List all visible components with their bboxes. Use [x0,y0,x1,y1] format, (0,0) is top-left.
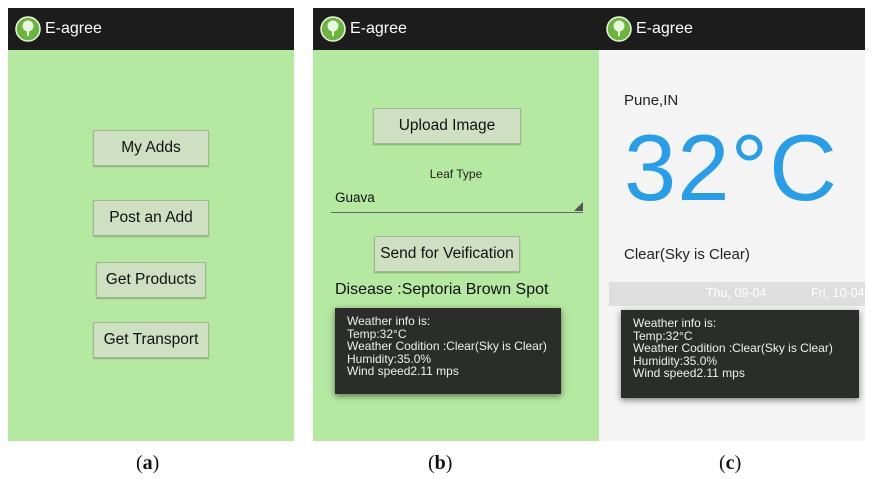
toast-line: Wind speed2.11 mps [347,364,459,378]
weather-condition: Clear(Sky is Clear) [624,246,750,263]
caption-a: (a) [136,452,159,475]
temperature-display: 32°C [624,115,839,220]
tree-logo-icon [15,16,41,42]
app-bar: E-agree [313,8,599,50]
forecast-strip[interactable]: Thu, 09-04 Fri, 10-04 [609,282,865,306]
forecast-day[interactable]: Thu, 09-04 [706,286,766,300]
my-adds-button[interactable]: My Adds [93,130,209,166]
verification-screen: Upload Image Leaf Type Guava Send for Ve… [313,50,599,441]
app-bar: E-agree [8,8,294,50]
toast-line: Weather info is: [633,316,717,330]
caption-c: (c) [719,452,741,475]
caption-paren: ) [734,452,742,474]
forecast-day[interactable]: Fri, 10-04 [811,286,865,300]
city-name: Pune,IN [624,92,679,109]
weather-toast: Weather info is: Temp:32°C Weather Codit… [621,310,859,398]
home-screen: My Adds Post an Add Get Products Get Tra… [8,50,294,441]
upload-image-button[interactable]: Upload Image [373,108,521,144]
toast-line: Weather Codition :Clear(Sky is Clear) [633,341,833,355]
phone-screen-b: E-agree Upload Image Leaf Type Guava Sen… [313,8,599,441]
caption-letter: b [434,452,446,474]
send-verification-button[interactable]: Send for Veification [374,236,520,272]
caption-b: (b) [428,452,452,475]
caption-paren: ) [445,452,453,474]
tree-logo-icon [606,16,632,42]
leaf-type-value: Guava [335,190,375,205]
caption-letter: c [725,452,735,474]
app-bar: E-agree [599,8,865,50]
caption-paren: ) [152,452,160,474]
toast-line: Weather Codition :Clear(Sky is Clear) [347,339,547,353]
toast-line: Wind speed2.11 mps [633,366,745,380]
get-products-button[interactable]: Get Products [96,262,206,298]
leaf-type-label: Leaf Type [429,167,483,181]
caption-paren: ( [719,452,726,474]
app-title: E-agree [45,20,102,37]
app-title: E-agree [350,20,407,37]
phone-screen-a: E-agree My Adds Post an Add Get Products… [8,8,294,441]
disease-result: Disease :Septoria Brown Spot [335,281,549,298]
leaf-type-spinner[interactable]: Guava [331,186,583,213]
tree-logo-icon [320,16,346,42]
get-transport-button[interactable]: Get Transport [93,322,209,358]
weather-toast: Weather info is: Temp:32°C Weather Codit… [335,308,561,394]
phone-screen-c: E-agree Pune,IN 32°C Clear(Sky is Clear)… [599,8,865,441]
app-title: E-agree [636,20,693,37]
weather-screen: Pune,IN 32°C Clear(Sky is Clear) Thu, 09… [599,50,865,441]
toast-line: Weather info is: [347,314,431,328]
caption-letter: a [142,452,153,474]
post-add-button[interactable]: Post an Add [93,200,209,236]
caption-paren: ( [428,452,435,474]
caption-paren: ( [136,452,143,474]
spinner-triangle-icon [574,202,583,211]
